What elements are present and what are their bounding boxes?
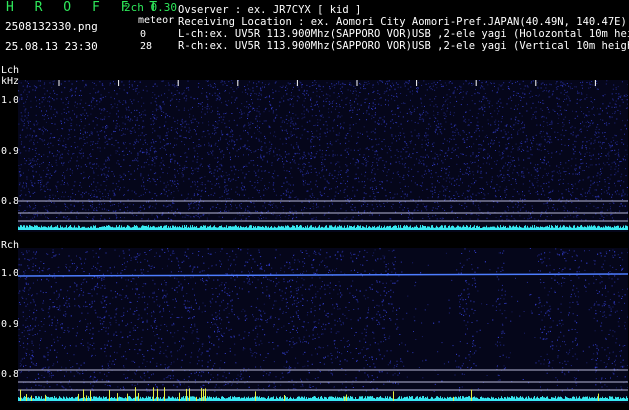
rch-label: Rch (1, 240, 20, 251)
rch-ylabel-0.9: 0.9 (1, 319, 20, 330)
datetime-label: 25.08.13 23:30 (5, 40, 98, 53)
location-info: Receiving Location : ex. Aomori City Aom… (178, 16, 627, 28)
rch-receiver-info: R-ch:ex. UV5R 113.900Mhz(SAPPORO VOR)USB… (178, 40, 629, 52)
lch-spectrogram (18, 80, 628, 232)
lch-ylabel-1.0: 1.0 (1, 95, 20, 106)
lch-ylabel-0.8: 0.8 (1, 196, 20, 207)
rch-spectrogram-canvas (18, 248, 628, 403)
rch-spectrogram (18, 248, 628, 403)
lch-ylabel-0.9: 0.9 (1, 146, 20, 157)
panel-bg (18, 248, 628, 403)
rch-meteor-count: 28 (140, 41, 153, 52)
lch-spectrogram-canvas (18, 80, 628, 232)
meteor-label: meteor (138, 15, 175, 26)
lch-label: Lch (1, 65, 20, 76)
observer-info: Ovserver : ex. JR7CYX [ kid ] (178, 4, 362, 16)
panel-bg (18, 80, 628, 232)
lch-unit-label: kHz (1, 76, 20, 87)
lch-receiver-info: L-ch:ex. UV5R 113.900Mhz(SAPPORO VOR)USB… (178, 28, 629, 40)
rch-ylabel-1.0: 1.0 (1, 268, 20, 279)
mode-label: 2ch 0.30 (124, 1, 177, 14)
rch-ylabel-0.8: 0.8 (1, 369, 20, 380)
lch-meteor-count: 0 (140, 29, 147, 40)
filename-label: 2508132330.png (5, 20, 98, 33)
